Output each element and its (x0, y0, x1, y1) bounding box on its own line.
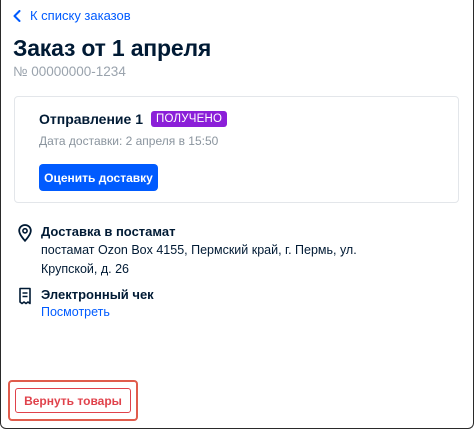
shipment-card: Отправление 1 ПОЛУЧЕНО Дата доставки: 2 … (14, 96, 459, 203)
return-items-button[interactable]: Вернуть товары (15, 388, 131, 413)
view-receipt-link[interactable]: Посмотреть (41, 305, 154, 319)
receipt-info: Электронный чек Посмотреть (17, 287, 154, 319)
receipt-title: Электронный чек (41, 287, 154, 302)
delivery-address-line1: постамат Ozon Box 4155, Пермский край, г… (41, 243, 357, 257)
delivery-info: Доставка в постамат постамат Ozon Box 41… (17, 224, 357, 279)
delivery-title: Доставка в постамат (41, 224, 176, 239)
status-badge: ПОЛУЧЕНО (150, 111, 228, 127)
page-title: Заказ от 1 апреля (13, 35, 212, 61)
shipment-label: Отправление 1 (39, 111, 143, 127)
order-number: № 00000000-1234 (13, 64, 126, 79)
back-link-label: К списку заказов (30, 8, 131, 23)
back-link[interactable]: К списку заказов (13, 8, 131, 23)
return-button-highlight: Вернуть товары (8, 380, 138, 421)
delivery-date: Дата доставки: 2 апреля в 15:50 (39, 134, 219, 148)
rate-delivery-button[interactable]: Оценить доставку (39, 164, 158, 191)
receipt-details: Электронный чек Посмотреть (41, 287, 154, 319)
location-pin-icon (17, 224, 33, 279)
delivery-address-line2: Крупской, д. 26 (41, 262, 129, 276)
chevron-left-icon (13, 9, 21, 22)
delivery-details: Доставка в постамат постамат Ozon Box 41… (41, 224, 357, 279)
shipment-header: Отправление 1 ПОЛУЧЕНО (39, 111, 228, 127)
receipt-icon (17, 287, 33, 319)
